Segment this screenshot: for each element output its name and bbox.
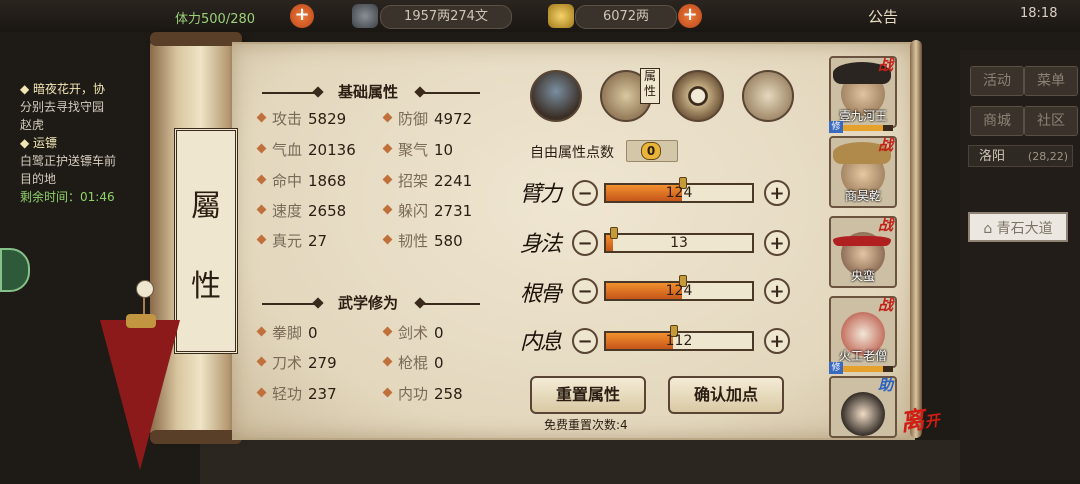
divider (262, 303, 318, 305)
portrait (841, 392, 885, 436)
stat-row: 枪棍 0 (382, 352, 444, 374)
minus-button[interactable]: − (572, 230, 598, 256)
divider (420, 303, 480, 305)
tassel-knot (126, 314, 156, 328)
free-points-label: 自由属性点数 (530, 145, 614, 161)
top-bar: 体力500/280 + 1957两274文 6072两 + 公告 18:18 (0, 0, 1080, 32)
silver-icon (352, 4, 378, 28)
helper-badge: 助 (878, 376, 894, 394)
attr-bar: 112 (604, 325, 754, 351)
battle-badge: 战 (878, 136, 894, 154)
community-button[interactable]: 社区 (1024, 106, 1078, 136)
tassel-bead (136, 280, 154, 298)
minus-button[interactable]: − (572, 278, 598, 304)
attr-bar: 13 (604, 227, 754, 253)
plus-button[interactable]: + (764, 278, 790, 304)
divider (262, 92, 318, 94)
gold-readout: 6072两 (575, 5, 677, 29)
quest-desc: 白鹭正护送镖车前 (20, 154, 117, 168)
quest-desc: 赵虎 (20, 118, 45, 132)
stat-row: 真元 27 (256, 230, 327, 252)
scroll-title-char: 屬 (191, 189, 221, 224)
battle-badge: 战 (878, 56, 894, 74)
leave-label-small: 开 (923, 411, 941, 432)
stat-row: 招架 2241 (382, 170, 472, 192)
leave-button[interactable]: 离开 (898, 397, 942, 437)
tab-meridian[interactable] (742, 70, 794, 122)
gold-ingot-icon (548, 4, 574, 28)
member-name: 央蛮 (850, 269, 875, 283)
attr-name: 根骨 (520, 282, 562, 307)
activity-button[interactable]: 活动 (970, 66, 1024, 96)
scroll-title-char: 性 (191, 269, 221, 304)
minus-button[interactable]: − (572, 180, 598, 206)
side-toggle-button[interactable] (0, 248, 30, 292)
confirm-points-button[interactable]: 确认加点 (668, 376, 784, 414)
scroll-title: 屬 性 (174, 128, 238, 354)
attr-name: 内息 (520, 330, 562, 355)
free-reset-count: 免费重置次数:4 (544, 418, 628, 432)
stamina-readout: 体力500/280 (175, 12, 256, 27)
attr-name: 臂力 (520, 182, 562, 207)
stat-row: 气血 20136 (256, 139, 356, 161)
add-stamina-button[interactable]: + (290, 4, 314, 28)
stat-row: 韧性 580 (382, 230, 463, 252)
martial-title: 武学修为 (337, 294, 398, 312)
add-gold-button[interactable]: + (678, 4, 702, 28)
stat-row: 躲闪 2731 (382, 200, 472, 222)
free-points-value: 0 (641, 142, 661, 160)
stat-row: 聚气 10 (382, 139, 453, 161)
battle-badge: 战 (878, 216, 894, 234)
money-readout: 1957两274文 (380, 5, 512, 29)
menu-button[interactable]: 菜单 (1024, 66, 1078, 96)
attr-bar: 124 (604, 275, 754, 301)
stat-row: 拳脚 0 (256, 322, 318, 344)
location-label: 青石大道 (996, 221, 1053, 237)
city-coords: (28,22) (1027, 150, 1068, 163)
stat-row: 防御 4972 (382, 108, 472, 130)
stat-row: 命中 1868 (256, 170, 346, 192)
quest-desc: 分别去寻找守园 (20, 100, 105, 114)
quest-title: ◆ 运镖 (20, 136, 58, 150)
battle-badge: 战 (878, 296, 894, 314)
reset-attributes-button[interactable]: 重置属性 (530, 376, 646, 414)
shop-button[interactable]: 商城 (970, 106, 1024, 136)
quest-tracker[interactable]: ◆ 暗夜花开，协 分别去寻找守园 赵虎 ◆ 运镖 白鹭正护送镖车前 目的地 剩余… (20, 80, 170, 230)
tassel (100, 320, 180, 470)
stat-row: 速度 2658 (256, 200, 346, 222)
bottom-menu-bar (200, 440, 960, 484)
active-tab-tag: 属性 (640, 68, 660, 104)
scroll-edge (910, 40, 922, 438)
stat-row: 内功 258 (382, 383, 463, 405)
quest-timer: 剩余时间：01:46 (20, 190, 115, 204)
stat-row: 攻击 5829 (256, 108, 346, 130)
member-bar: 修 (829, 362, 893, 374)
divider (420, 92, 480, 94)
member-name: 商昊乾 (844, 189, 881, 203)
plus-button[interactable]: + (764, 328, 790, 354)
clock: 18:18 (1020, 6, 1058, 21)
member-bar: 修 (829, 121, 893, 133)
tab-bagua[interactable] (672, 70, 724, 122)
location-button[interactable]: ⌂ 青石大道 (968, 212, 1068, 242)
quest-desc: 目的地 (20, 172, 57, 186)
city-row[interactable]: (28,22) 洛阳 (968, 145, 1073, 167)
tab-equipment[interactable] (530, 70, 582, 122)
stat-row: 刀术 279 (256, 352, 337, 374)
leave-label: 离 (898, 405, 927, 437)
city-name: 洛阳 (979, 149, 1006, 164)
quest-title: ◆ 暗夜花开，协 (20, 82, 106, 96)
minus-button[interactable]: − (572, 328, 598, 354)
attr-bar: 124 (604, 177, 754, 203)
free-points-box: 0 (626, 140, 678, 162)
plus-button[interactable]: + (764, 180, 790, 206)
stat-row: 剑术 0 (382, 322, 444, 344)
attr-name: 身法 (520, 232, 562, 257)
plus-button[interactable]: + (764, 230, 790, 256)
basic-attributes-title: 基础属性 (337, 83, 398, 101)
headband (833, 236, 891, 246)
notice-button[interactable]: 公告 (868, 6, 898, 27)
stat-row: 轻功 237 (256, 383, 337, 405)
